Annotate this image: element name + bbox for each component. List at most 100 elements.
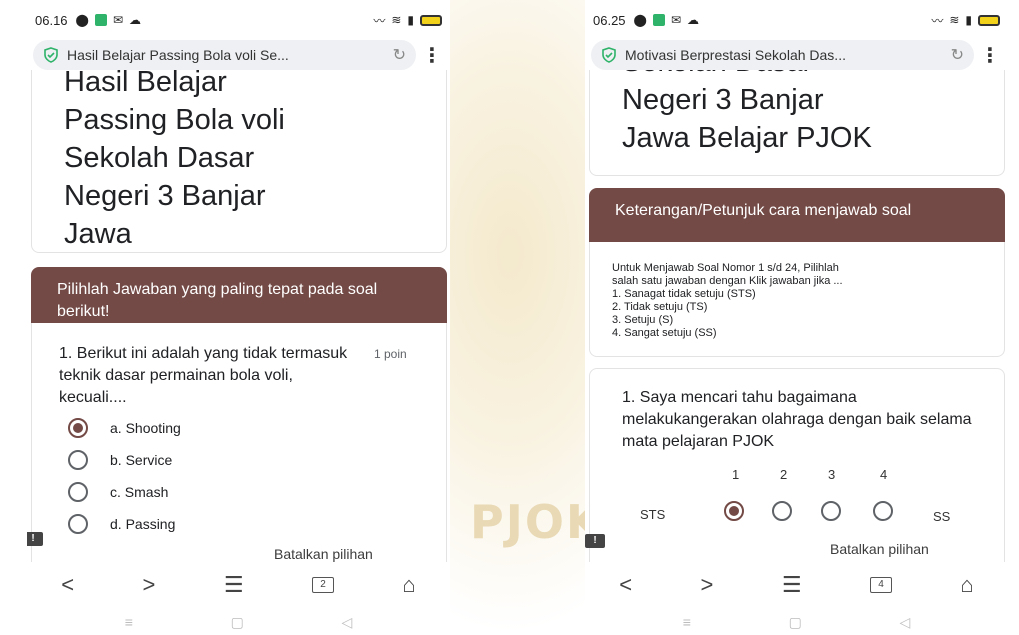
- question-points: 1 poin: [374, 347, 407, 361]
- tabs-icon[interactable]: 2: [311, 577, 334, 593]
- feedback-icon[interactable]: !: [585, 534, 605, 548]
- scale-radio[interactable]: [873, 501, 893, 521]
- cloud-icon: ☁: [687, 13, 700, 27]
- title-line: Passing Bola voli: [64, 104, 285, 136]
- radio-unselected[interactable]: [68, 450, 88, 470]
- reload-icon[interactable]: ↻: [951, 45, 964, 65]
- home-button-icon[interactable]: ▢: [231, 614, 244, 631]
- scale-radio-selected[interactable]: [724, 501, 744, 521]
- app-notification-icon: [652, 14, 665, 26]
- battery-icon: [420, 14, 442, 26]
- mail-icon: ✉: [670, 13, 682, 27]
- option-c[interactable]: c. Smash: [68, 482, 168, 502]
- form-title-card: Sekolah Dasar Negeri 3 Banjar Jawa Belaj…: [589, 70, 1005, 176]
- watermark-text: PJOK: [470, 495, 604, 549]
- wifi-icon: ≋: [391, 13, 402, 27]
- signal-icon: ▮: [965, 13, 972, 27]
- cloud-icon: ☁: [129, 13, 142, 27]
- title-line: Negeri 3 Banjar: [64, 180, 266, 212]
- title-line: Hasil Belajar: [64, 70, 227, 98]
- battery-icon: [978, 14, 1000, 26]
- title-line: Sekolah Dasar: [64, 142, 255, 174]
- menu-icon[interactable]: ☰: [782, 572, 802, 598]
- secure-shield-icon: [44, 47, 58, 63]
- form-title-card: Hasil Belajar Passing Bola voli Sekolah …: [31, 70, 447, 253]
- clear-selection-button[interactable]: Batalkan pilihan: [274, 546, 373, 562]
- back-button-icon[interactable]: ◁: [342, 614, 353, 631]
- option-b[interactable]: b. Service: [68, 450, 172, 470]
- back-icon[interactable]: <: [61, 572, 74, 598]
- status-bar: 06.16 ⬤ ✉ ☁ 〰 ≋ ▮: [27, 8, 450, 32]
- browser-nav-bar: < > ☰ 2 ⌂: [27, 565, 450, 605]
- home-button-icon[interactable]: ▢: [789, 614, 802, 631]
- back-icon[interactable]: <: [619, 572, 632, 598]
- forward-icon[interactable]: >: [143, 572, 156, 598]
- vibrate-icon: 〰: [373, 13, 386, 28]
- url-pill[interactable]: Motivasi Berprestasi Sekolah Das... ↻: [591, 40, 974, 70]
- instruction-line: salah satu jawaban dengan Klik jawaban j…: [612, 275, 843, 287]
- option-d[interactable]: d. Passing: [68, 514, 175, 534]
- option-label: b. Service: [110, 452, 173, 468]
- instructions-card: Untuk Menjawab Soal Nomor 1 s/d 24, Pili…: [589, 242, 1005, 357]
- menu-icon[interactable]: ☰: [224, 572, 244, 598]
- scale-label: 3: [828, 467, 836, 482]
- home-icon[interactable]: ⌂: [402, 572, 415, 598]
- more-options-icon[interactable]: ⋮: [978, 43, 1002, 68]
- section-header: Keterangan/Petunjuk cara menjawab soal: [589, 188, 1005, 242]
- right-phone-screenshot: 06.25 ⬤ ✉ ☁ 〰 ≋ ▮ Motivasi Berprestasi S…: [585, 0, 1008, 635]
- instruction-line: 1. Sanagat tidak setuju (STS): [612, 288, 756, 300]
- feedback-icon[interactable]: !: [27, 532, 43, 546]
- page-title: Hasil Belajar Passing Bola voli Se...: [67, 47, 289, 63]
- home-icon[interactable]: ⌂: [960, 572, 973, 598]
- instruction-line: Untuk Menjawab Soal Nomor 1 s/d 24, Pili…: [612, 262, 839, 274]
- browser-address-bar: Motivasi Berprestasi Sekolah Das... ↻ ⋮: [585, 40, 1008, 70]
- title-line: Sekolah Dasar: [622, 70, 972, 81]
- form-content: Hasil Belajar Passing Bola voli Sekolah …: [27, 70, 450, 562]
- instruction-line: 3. Setuju (S): [612, 314, 674, 326]
- forward-icon[interactable]: >: [701, 572, 714, 598]
- more-options-icon[interactable]: ⋮: [420, 43, 444, 68]
- recents-icon[interactable]: ≡: [683, 614, 691, 630]
- title-line: Jawa: [64, 218, 132, 250]
- scale-label: 1: [732, 467, 740, 482]
- instruction-line: 2. Tidak setuju (TS): [612, 301, 708, 313]
- radio-unselected[interactable]: [68, 514, 88, 534]
- title-line: Negeri 3 Banjar: [622, 84, 824, 116]
- radio-unselected[interactable]: [68, 482, 88, 502]
- form-content: Sekolah Dasar Negeri 3 Banjar Jawa Belaj…: [585, 70, 1008, 562]
- url-pill[interactable]: Hasil Belajar Passing Bola voli Se... ↻: [33, 40, 416, 70]
- reload-icon[interactable]: ↻: [393, 45, 406, 65]
- notification-icon: ⬤: [633, 13, 647, 27]
- radio-selected[interactable]: [68, 418, 88, 438]
- form-title: Sekolah Dasar Negeri 3 Banjar Jawa Belaj…: [590, 70, 1004, 157]
- vibrate-icon: 〰: [931, 13, 944, 28]
- instruction-line: 4. Sangat setuju (SS): [612, 327, 717, 339]
- question-text: 1. Berikut ini adalah yang tidak termasu…: [59, 345, 348, 406]
- question-text: 1. Saya mencari tahu bagaimana melakukan…: [622, 389, 972, 450]
- question-card: 1. Saya mencari tahu bagaimana melakukan…: [589, 368, 1005, 562]
- signal-icon: ▮: [407, 13, 414, 27]
- status-time: 06.16: [35, 12, 68, 28]
- scale-radio[interactable]: [772, 501, 792, 521]
- tabs-icon[interactable]: 4: [869, 577, 892, 593]
- section-header: Pilihlah Jawaban yang paling tepat pada …: [31, 267, 447, 323]
- clear-selection-button[interactable]: Batalkan pilihan: [830, 541, 929, 557]
- left-phone-screenshot: 06.16 ⬤ ✉ ☁ 〰 ≋ ▮ Hasil Belajar Passing …: [27, 0, 450, 635]
- status-time: 06.25: [593, 12, 626, 28]
- browser-nav-bar: < > ☰ 4 ⌂: [585, 565, 1008, 605]
- option-a[interactable]: a. Shooting: [68, 418, 181, 438]
- notification-icon: ⬤: [75, 13, 89, 27]
- secure-shield-icon: [602, 47, 616, 63]
- title-line: Jawa Belajar PJOK: [622, 122, 872, 154]
- mail-icon: ✉: [112, 13, 124, 27]
- back-button-icon[interactable]: ◁: [900, 614, 911, 631]
- status-bar: 06.25 ⬤ ✉ ☁ 〰 ≋ ▮: [585, 8, 1008, 32]
- option-label: a. Shooting: [110, 420, 181, 436]
- scale-radio[interactable]: [821, 501, 841, 521]
- system-nav-bar: ≡ ▢ ◁: [585, 612, 1008, 632]
- page-title: Motivasi Berprestasi Sekolah Das...: [625, 47, 846, 63]
- recents-icon[interactable]: ≡: [125, 614, 133, 630]
- option-label: c. Smash: [110, 484, 169, 500]
- wifi-icon: ≋: [949, 13, 960, 27]
- question-card: 1. Berikut ini adalah yang tidak termasu…: [31, 323, 447, 562]
